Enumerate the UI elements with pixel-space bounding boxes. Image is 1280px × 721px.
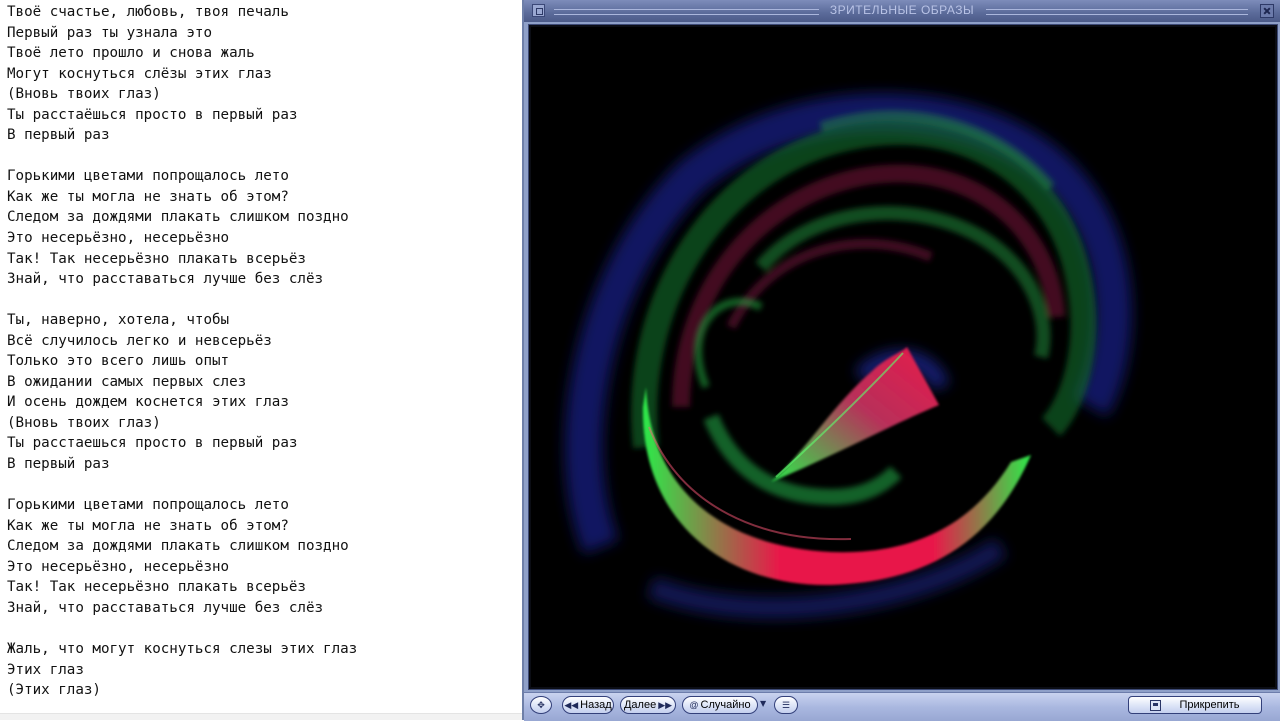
lyrics-line: Так! Так несерьёзно плакать всерьёз [7,250,306,267]
visualizer-frame [528,24,1278,690]
lyrics-line: (Этих глаз) [7,682,101,699]
visualizer-controls: ✥ ◀◀ Назад Далее ▶▶ @ Случайно ▼ ☰ Прикр… [524,692,1280,721]
lyrics-line: Знай, что расставаться лучше без слёз [7,599,324,616]
lyrics-line: Ты расстаёшься просто в первый раз [7,106,298,123]
list-menu-icon[interactable]: ☰ [774,696,798,714]
lyrics-line: Горькими цветами попрощалось лето [7,497,289,514]
attach-button[interactable]: Прикрепить [1128,696,1262,714]
lyrics-line: (Вновь твоих глаз) [7,414,161,431]
next-button[interactable]: Далее ▶▶ [620,696,676,714]
close-icon[interactable] [1260,4,1274,18]
lyrics-text: Твоё счастье, любовь, твоя печаль Первый… [0,0,522,701]
lyrics-line: Всё случилось легко и невсерьёз [7,332,272,349]
lyrics-line: Жаль, что могут коснуться слезы этих гла… [7,640,358,657]
lyrics-line: Первый раз ты узнала это [7,24,212,41]
attach-button-label: Прикрепить [1179,699,1240,711]
visualization-canvas [531,27,1275,687]
random-button-label: Случайно [700,699,751,711]
lyrics-line: В первый раз [7,456,110,473]
lyrics-line: Следом за дождями плакать слишком поздно [7,209,349,226]
double-left-triangle-icon: ◀◀ [564,699,579,710]
lyrics-horizontal-scroll-edge[interactable] [0,713,522,720]
random-dropdown-icon[interactable]: ▼ [760,699,766,708]
lyrics-line: Как же ты могла не знать об этом? [7,188,289,205]
lyrics-line: Только это всего лишь опыт [7,353,230,370]
lyrics-line: Следом за дождями плакать слишком поздно [7,538,349,555]
next-button-label: Далее [623,699,657,711]
lyrics-line: Горькими цветами попрощалось лето [7,168,289,185]
lyrics-line: (Вновь твоих глаз) [7,86,161,103]
lyrics-line: Так! Так несерьёзно плакать всерьёз [7,579,306,596]
lyrics-line: И осень дождем коснется этих глаз [7,394,289,411]
lyrics-line: Как же ты могла не знать об этом? [7,517,289,534]
lyrics-line: Знай, что расставаться лучше без слёз [7,271,324,288]
random-at-icon: @ [689,700,699,710]
lyrics-line: Ты расстаешься просто в первый раз [7,435,298,452]
lyrics-pane: Твоё счастье, любовь, твоя печаль Первый… [0,0,522,720]
lyrics-line: Это несерьёзно, несерьёзно [7,230,230,247]
lyrics-line: Это несерьёзно, несерьёзно [7,558,230,575]
double-right-triangle-icon: ▶▶ [658,699,673,710]
lyrics-line: В ожидании самых первых слез [7,373,247,390]
lyrics-line: В первый раз [7,127,110,144]
visualizer-window: ЗРИТЕЛЬНЫЕ ОБРАЗЫ ✥ ◀◀ Назад Далее ▶▶ @ … [522,0,1280,721]
visualizer-title: ЗРИТЕЛЬНЫЕ ОБРАЗЫ [829,3,975,17]
visualizer-titlebar[interactable]: ЗРИТЕЛЬНЫЕ ОБРАЗЫ [524,0,1280,22]
lyrics-line: Могут коснуться слёзы этих глаз [7,65,272,82]
lyrics-line: Твоё лето прошло и снова жаль [7,45,255,62]
back-button-label: Назад [580,699,612,711]
lyrics-line: Твоё счастье, любовь, твоя печаль [7,4,289,20]
pin-icon [1150,699,1162,711]
random-button[interactable]: @ Случайно [682,696,758,714]
move-arrows-icon[interactable]: ✥ [530,696,552,714]
back-button[interactable]: ◀◀ Назад [562,696,614,714]
lyrics-line: Ты, наверно, хотела, чтобы [7,312,230,329]
lyrics-line: Этих глаз [7,661,84,678]
